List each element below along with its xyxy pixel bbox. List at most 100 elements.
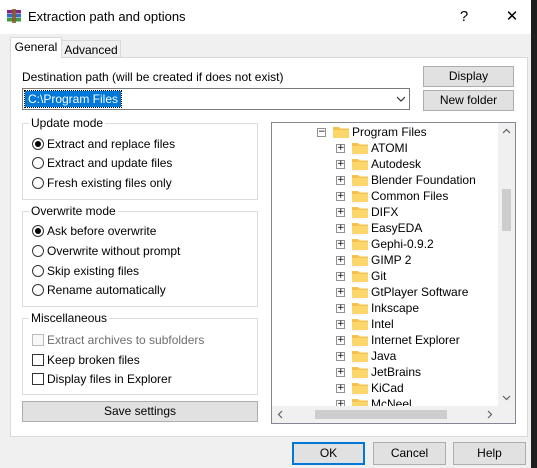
tree-item-label[interactable]: Git bbox=[371, 269, 386, 283]
tree-vertical-scrollbar[interactable] bbox=[498, 123, 515, 406]
checkbox-extract-subfolders[interactable] bbox=[32, 334, 44, 346]
window-title: Extraction path and options bbox=[28, 9, 186, 24]
scroll-down-icon[interactable] bbox=[498, 389, 515, 406]
expand-icon[interactable]: + bbox=[336, 224, 345, 233]
cancel-button[interactable]: Cancel bbox=[373, 442, 446, 465]
extract-replace-label[interactable]: Extract and replace files bbox=[47, 137, 175, 151]
radio-rename-auto[interactable] bbox=[32, 284, 44, 296]
tree-item[interactable]: + Internet Explorer bbox=[272, 332, 498, 348]
overwrite-without-label[interactable]: Overwrite without prompt bbox=[47, 244, 180, 258]
tree-item[interactable]: + DIFX bbox=[272, 204, 498, 220]
scroll-left-icon[interactable] bbox=[272, 406, 289, 423]
save-settings-button[interactable]: Save settings bbox=[22, 401, 258, 422]
display-explorer-label[interactable]: Display files in Explorer bbox=[47, 372, 172, 386]
tree-item-label[interactable]: GIMP 2 bbox=[371, 253, 411, 267]
ok-button[interactable]: OK bbox=[292, 442, 365, 465]
ask-before-label[interactable]: Ask before overwrite bbox=[47, 224, 156, 238]
title-help-button[interactable]: ? bbox=[452, 6, 476, 28]
expand-icon[interactable]: + bbox=[336, 336, 345, 345]
tree-item[interactable]: + Gephi-0.9.2 bbox=[272, 236, 498, 252]
tree-item[interactable]: + ATOMI bbox=[272, 140, 498, 156]
tree-item[interactable]: + JetBrains bbox=[272, 364, 498, 380]
tree-item[interactable]: + Autodesk bbox=[272, 156, 498, 172]
tree-item[interactable]: + Git bbox=[272, 268, 498, 284]
tab-general[interactable]: General bbox=[10, 37, 62, 58]
radio-ask-before[interactable] bbox=[32, 225, 44, 237]
expand-icon[interactable]: + bbox=[336, 192, 345, 201]
tree-item-label[interactable]: Internet Explorer bbox=[371, 333, 460, 347]
skip-existing-label[interactable]: Skip existing files bbox=[47, 264, 139, 278]
tree-item-label[interactable]: JetBrains bbox=[371, 365, 421, 379]
expand-icon[interactable]: + bbox=[336, 304, 345, 313]
horizontal-scroll-thumb[interactable] bbox=[315, 410, 447, 419]
expand-icon[interactable]: + bbox=[336, 352, 345, 361]
expand-icon[interactable]: + bbox=[336, 384, 345, 393]
extract-update-label[interactable]: Extract and update files bbox=[47, 156, 172, 170]
collapse-icon[interactable]: − bbox=[317, 128, 326, 137]
expand-icon[interactable]: + bbox=[336, 320, 345, 329]
tree-item[interactable]: + Java bbox=[272, 348, 498, 364]
expand-icon[interactable]: + bbox=[336, 160, 345, 169]
tree-item-label[interactable]: GtPlayer Software bbox=[371, 285, 468, 299]
tree-item-label[interactable]: Intel bbox=[371, 317, 394, 331]
tree-item-label[interactable]: Java bbox=[371, 349, 396, 363]
folder-icon bbox=[352, 255, 368, 266]
scroll-right-icon[interactable] bbox=[481, 406, 498, 423]
radio-fresh-existing[interactable] bbox=[32, 177, 44, 189]
expand-icon[interactable]: + bbox=[336, 208, 345, 217]
display-button[interactable]: Display bbox=[423, 66, 514, 87]
close-button[interactable]: ✕ bbox=[500, 6, 524, 28]
keep-broken-label[interactable]: Keep broken files bbox=[47, 353, 140, 367]
tree-item-label[interactable]: KiCad bbox=[371, 381, 404, 395]
radio-extract-replace[interactable] bbox=[32, 138, 44, 150]
folder-icon bbox=[352, 175, 368, 186]
radio-skip-existing[interactable] bbox=[32, 265, 44, 277]
expand-icon[interactable]: + bbox=[336, 144, 345, 153]
tree-item[interactable]: + Common Files bbox=[272, 188, 498, 204]
new-folder-button[interactable]: New folder bbox=[423, 90, 514, 111]
tree-item[interactable]: + GtPlayer Software bbox=[272, 284, 498, 300]
tree-root-label[interactable]: Program Files bbox=[352, 125, 427, 139]
tree-root-row[interactable]: − Program Files bbox=[272, 124, 498, 140]
destination-path-combobox[interactable]: C:\Program Files bbox=[22, 88, 410, 110]
rename-auto-label[interactable]: Rename automatically bbox=[47, 283, 166, 297]
tree-item[interactable]: + McNeel bbox=[272, 396, 498, 406]
vertical-scroll-thumb[interactable] bbox=[502, 189, 511, 231]
expand-icon[interactable]: + bbox=[336, 176, 345, 185]
radio-overwrite-without[interactable] bbox=[32, 245, 44, 257]
tree-item-label[interactable]: Autodesk bbox=[371, 157, 421, 171]
tree-horizontal-scrollbar[interactable] bbox=[272, 406, 498, 423]
expand-icon[interactable]: + bbox=[336, 240, 345, 249]
folder-tree[interactable]: − Program Files + ATOMI + Autodesk + Blender … bbox=[271, 122, 516, 424]
checkbox-display-explorer[interactable] bbox=[32, 373, 44, 385]
tree-content: − Program Files + ATOMI + Autodesk + Blender … bbox=[272, 123, 498, 406]
tree-item[interactable]: + GIMP 2 bbox=[272, 252, 498, 268]
folder-icon bbox=[352, 223, 368, 234]
scroll-up-icon[interactable] bbox=[498, 123, 515, 140]
expand-icon[interactable]: + bbox=[336, 368, 345, 377]
tab-advanced[interactable]: Advanced bbox=[61, 40, 121, 58]
tree-item[interactable]: + KiCad bbox=[272, 380, 498, 396]
tree-item[interactable]: + Blender Foundation bbox=[272, 172, 498, 188]
tree-item[interactable]: + EasyEDA bbox=[272, 220, 498, 236]
tree-item-label[interactable]: ATOMI bbox=[371, 141, 408, 155]
expand-icon[interactable]: + bbox=[336, 288, 345, 297]
expand-icon[interactable]: + bbox=[336, 272, 345, 281]
folder-icon bbox=[352, 159, 368, 170]
tree-item-label[interactable]: Gephi-0.9.2 bbox=[371, 237, 434, 251]
tree-item-label[interactable]: McNeel bbox=[371, 397, 412, 406]
help-button[interactable]: Help bbox=[453, 442, 526, 465]
folder-icon bbox=[352, 287, 368, 298]
tree-item-label[interactable]: Common Files bbox=[371, 189, 448, 203]
tree-item-label[interactable]: Inkscape bbox=[371, 301, 419, 315]
tree-item[interactable]: + Inkscape bbox=[272, 300, 498, 316]
tree-item-label[interactable]: Blender Foundation bbox=[371, 173, 476, 187]
expand-icon[interactable]: + bbox=[336, 256, 345, 265]
tree-item-label[interactable]: EasyEDA bbox=[371, 221, 422, 235]
radio-extract-update[interactable] bbox=[32, 157, 44, 169]
tree-item[interactable]: + Intel bbox=[272, 316, 498, 332]
tree-item-label[interactable]: DIFX bbox=[371, 205, 398, 219]
checkbox-keep-broken[interactable] bbox=[32, 354, 44, 366]
fresh-existing-label[interactable]: Fresh existing files only bbox=[47, 176, 172, 190]
chevron-down-icon[interactable] bbox=[397, 95, 405, 103]
